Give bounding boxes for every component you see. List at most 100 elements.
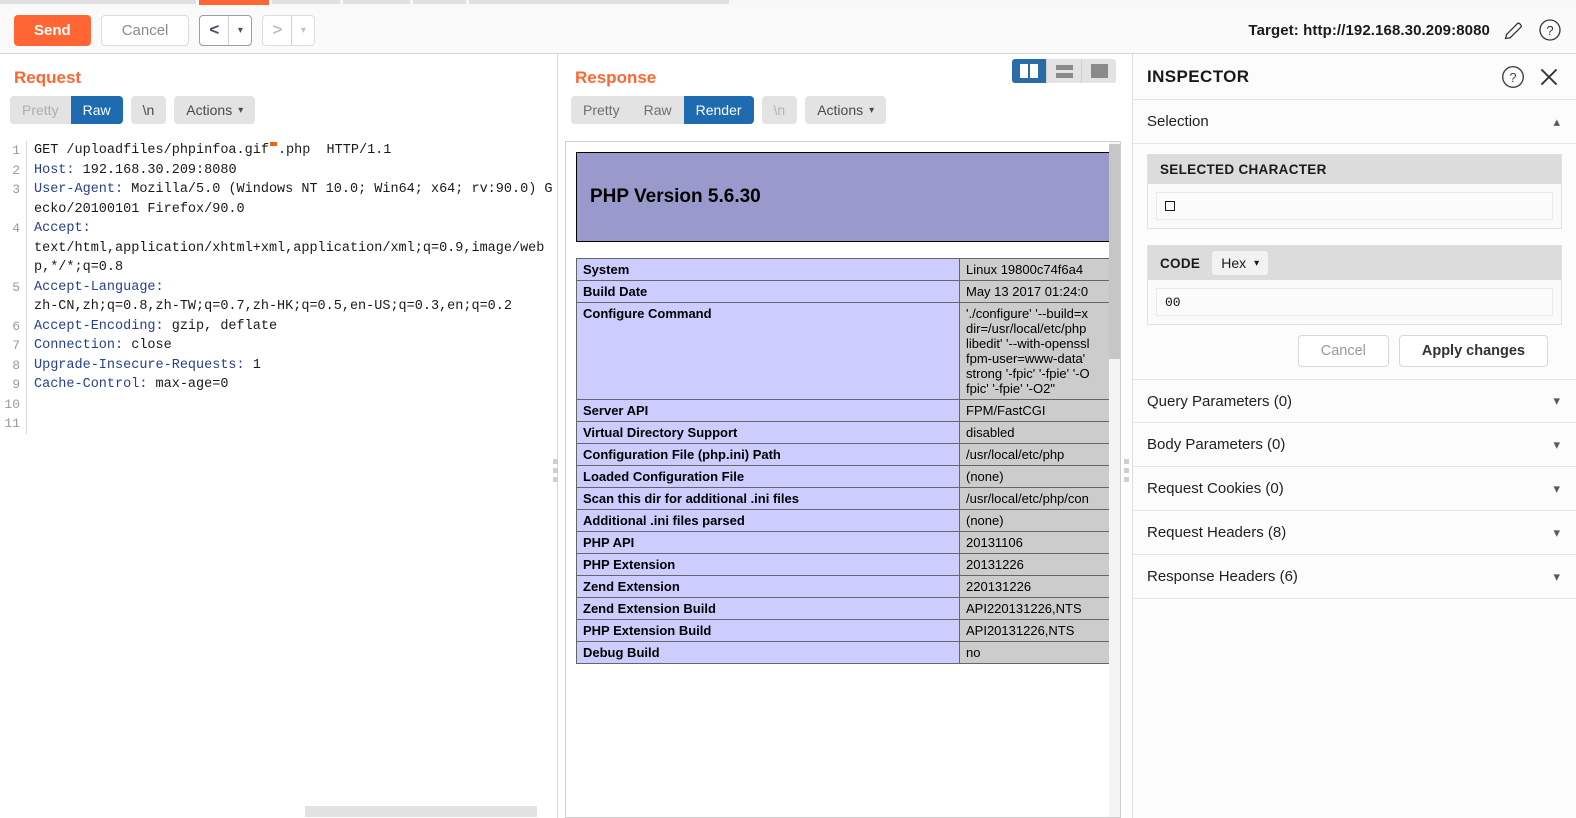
layout-single-pane-button[interactable] — [1082, 59, 1116, 83]
previous-dropdown-icon[interactable]: ▾ — [229, 16, 251, 45]
svg-text:?: ? — [1546, 23, 1553, 38]
help-icon[interactable]: ? — [1538, 18, 1562, 42]
tab-response-render[interactable]: Render — [683, 96, 754, 124]
header-value: max-age=0 — [147, 377, 229, 392]
response-inspector-drag-handle[interactable] — [1124, 459, 1131, 482]
scrollbar-thumb[interactable] — [1109, 144, 1120, 359]
line-content: GET /uploadfiles/phpinfoa.gif .php HTTP/1… — [26, 141, 557, 161]
handle-dot — [1124, 459, 1129, 464]
row-key: Configuration File (php.ini) Path — [576, 443, 960, 466]
line-number: 3 — [12, 182, 20, 197]
help-icon[interactable]: ? — [1500, 64, 1526, 90]
line-text-post: .php HTTP/1.1 — [277, 143, 392, 158]
header-value: gzip, deflate — [163, 318, 278, 334]
request-response-drag-handle[interactable] — [553, 459, 560, 482]
response-actions-menu[interactable]: Actions ▾ — [805, 96, 887, 124]
tab-segment[interactable] — [343, 0, 410, 4]
header-name: Accept-Encoding: — [34, 318, 164, 334]
cancel-button[interactable]: Cancel — [100, 14, 190, 46]
tab-request-pretty[interactable]: Pretty — [10, 96, 71, 124]
php-version-heading: PHP Version 5.6.30 — [590, 186, 761, 207]
editor-line: 6 Accept-Encoding: gzip, deflate — [0, 316, 557, 336]
row-key: Build Date — [576, 280, 960, 303]
tab-request-raw[interactable]: Raw — [70, 96, 123, 124]
chevron-down-icon: ▾ — [1254, 257, 1260, 269]
request-newline-toggle[interactable]: \n — [130, 96, 167, 124]
null-byte-marker[interactable] — [269, 142, 277, 146]
cancel-button[interactable]: Cancel — [1297, 335, 1389, 367]
line-content — [26, 414, 557, 434]
target-label: Target: http://192.168.30.209:8080 — [1248, 21, 1490, 39]
tab-segment[interactable] — [272, 0, 340, 4]
row-value: /usr/local/etc/php/con — [959, 487, 1114, 510]
top-tab-strip — [0, 0, 1576, 7]
editor-line: 2 Host: 192.168.30.209:8080 — [0, 160, 557, 180]
selection-button-row: Cancel Apply changes — [1147, 325, 1562, 367]
line-content: Accept-Encoding: gzip, deflate — [26, 316, 557, 336]
tab-segment[interactable] — [0, 0, 196, 4]
request-horizontal-scrollbar[interactable] — [0, 805, 557, 818]
next-request-split-button[interactable]: > ▾ — [262, 14, 316, 46]
row-key: PHP Extension Build — [576, 619, 960, 642]
response-view-tabs: Pretty Raw Render — [571, 96, 754, 124]
section-label: Request Cookies (0) — [1147, 480, 1284, 497]
next-dropdown-icon[interactable]: ▾ — [292, 16, 314, 45]
tab-response-raw[interactable]: Raw — [631, 96, 684, 124]
close-icon[interactable] — [1536, 64, 1562, 90]
response-vertical-scrollbar[interactable] — [1109, 142, 1120, 817]
phpinfo-banner: PHP Version 5.6.30 — [576, 152, 1110, 242]
inspector-section-request-cookies[interactable]: Request Cookies (0) ▾ — [1133, 467, 1576, 511]
line-number: 2 — [12, 162, 20, 178]
selected-character-body — [1148, 184, 1561, 228]
inspector-panel: INSPECTOR ? Selection ▴ SELECTED CHARACT… — [1132, 54, 1576, 818]
request-toolbar: Pretty Raw \n Actions ▾ — [0, 96, 557, 124]
send-button[interactable]: Send — [14, 14, 91, 46]
request-editor-rows: 1 GET /uploadfiles/phpinfoa.gif .php HTTP… — [0, 141, 557, 434]
row-value: API20131226,NTS — [959, 619, 1114, 642]
selected-character-card: SELECTED CHARACTER — [1147, 154, 1562, 229]
code-card: CODE Hex ▾ 00 — [1147, 245, 1562, 325]
response-render-area[interactable]: PHP Version 5.6.30 System Linux 19800c74f… — [565, 141, 1121, 818]
previous-request-split-button[interactable]: < ▾ — [199, 14, 253, 46]
line-content: User-Agent: Mozilla/5.0 (Windows NT 10.0… — [26, 180, 557, 219]
table-row: PHP API 20131106 — [576, 531, 1114, 554]
inspector-section-query-parameters[interactable]: Query Parameters (0) ▾ — [1133, 379, 1576, 423]
layout-split-vertical-button[interactable] — [1012, 59, 1046, 83]
handle-dot — [553, 477, 558, 482]
section-label: Query Parameters (0) — [1147, 392, 1293, 410]
tab-segment-active[interactable] — [199, 0, 269, 5]
request-editor[interactable]: 1 GET /uploadfiles/phpinfoa.gif .php HTTP… — [0, 141, 557, 791]
line-content: Cache-Control: max-age=0 — [26, 375, 557, 395]
inspector-section-selection[interactable]: Selection ▴ — [1133, 100, 1576, 144]
response-newline-toggle[interactable]: \n — [761, 96, 798, 124]
table-row: Configuration File (php.ini) Path/usr/lo… — [576, 443, 1114, 466]
inspector-section-request-headers[interactable]: Request Headers (8) ▾ — [1133, 511, 1576, 555]
tab-segment[interactable] — [469, 0, 729, 4]
inspector-header: INSPECTOR ? — [1133, 54, 1576, 100]
code-body: 00 — [1148, 280, 1561, 324]
inspector-section-response-headers[interactable]: Response Headers (6) ▾ — [1133, 555, 1576, 599]
apply-changes-button[interactable]: Apply changes — [1398, 335, 1548, 367]
code-format-select[interactable]: Hex ▾ — [1212, 251, 1269, 275]
chevron-down-icon: ▾ — [1553, 524, 1560, 540]
row-key: System — [576, 258, 960, 281]
scrollbar-thumb[interactable] — [305, 806, 537, 817]
next-request-button[interactable]: > — [263, 16, 291, 45]
layout-stacked-rows-button[interactable] — [1047, 59, 1081, 83]
header-name: Accept: — [34, 221, 91, 236]
tab-response-pretty[interactable]: Pretty — [571, 96, 632, 124]
tab-segment[interactable] — [413, 0, 466, 4]
row-key: PHP Extension — [576, 553, 960, 576]
header-name: Upgrade-Insecure-Requests: — [34, 357, 245, 373]
code-value-input[interactable]: 00 — [1156, 288, 1553, 316]
inspector-section-body-parameters[interactable]: Body Parameters (0) ▾ — [1133, 423, 1576, 467]
previous-request-button[interactable]: < — [200, 16, 228, 45]
request-actions-menu[interactable]: Actions ▾ — [174, 96, 256, 124]
chevron-down-icon: ▾ — [1553, 480, 1560, 496]
layout-buttons-group — [1012, 59, 1116, 83]
selected-character-input[interactable] — [1156, 192, 1553, 220]
row-key: Configure Command — [576, 302, 960, 400]
split-vertical-icon — [1020, 64, 1038, 78]
pencil-icon[interactable] — [1502, 18, 1526, 42]
line-number: 9 — [12, 377, 20, 392]
